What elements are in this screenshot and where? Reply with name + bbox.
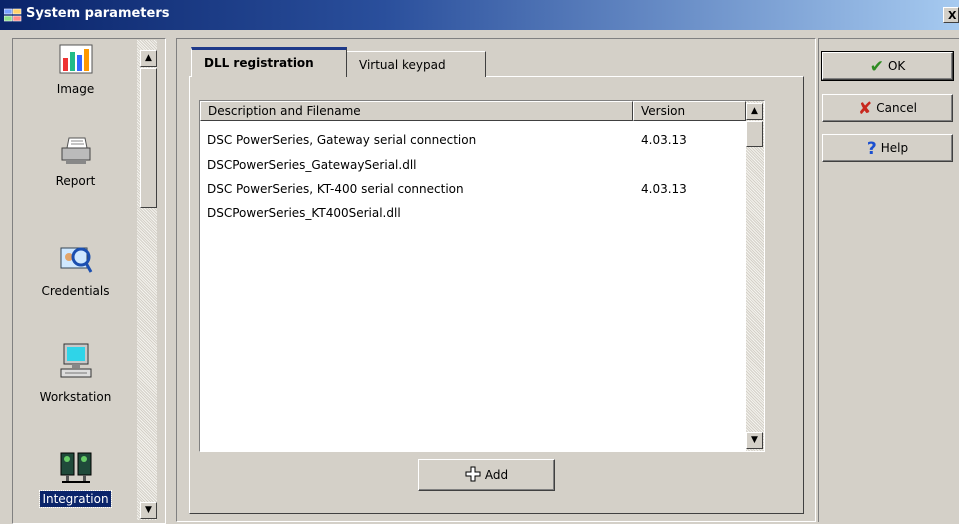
list-scroll-thumb[interactable] <box>746 121 763 147</box>
help-button[interactable]: ? Help <box>822 134 953 162</box>
triangle-up-icon: ▲ <box>751 106 758 116</box>
sidebar-item-label: Report <box>55 174 96 188</box>
row-version: 4.03.13 <box>641 182 687 196</box>
checkmark-icon: ✔ <box>869 57 884 77</box>
cancel-button[interactable]: ✘ Cancel <box>822 94 953 122</box>
sidebar-item-report[interactable]: Report <box>14 136 137 189</box>
triangle-down-icon: ▼ <box>145 505 152 515</box>
row-version: 4.03.13 <box>641 133 687 147</box>
scroll-thumb[interactable] <box>140 68 157 208</box>
column-header-description[interactable]: Description and Filename <box>200 101 633 121</box>
sidebar-item-label: Integration <box>39 490 112 508</box>
plus-icon <box>465 463 481 493</box>
computer-icon <box>14 342 137 385</box>
dll-list[interactable] <box>199 100 765 452</box>
ok-button[interactable]: ✔ OK <box>821 51 954 81</box>
credentials-icon <box>14 244 137 279</box>
integration-icon <box>14 450 137 487</box>
tab-dll-registration[interactable]: DLL registration <box>191 47 347 77</box>
list-scrollbar[interactable] <box>746 101 764 451</box>
add-button-label: Add <box>484 468 509 482</box>
sidebar-item-integration[interactable]: Integration <box>14 450 137 508</box>
sidebar-item-label: Workstation <box>39 390 112 404</box>
sidebar-item-label: Image <box>56 82 95 96</box>
row-description[interactable]: DSC PowerSeries, Gateway serial connecti… <box>207 133 476 147</box>
ok-button-label: OK <box>887 59 906 73</box>
row-description[interactable]: DSC PowerSeries, KT-400 serial connectio… <box>207 182 464 196</box>
add-button[interactable]: Add <box>418 459 555 491</box>
list-scroll-down-button[interactable]: ▼ <box>746 432 763 449</box>
cross-icon: ✘ <box>858 99 873 119</box>
sidebar-item-workstation[interactable]: Workstation <box>14 342 137 405</box>
grid-icon <box>3 7 22 26</box>
window-title: System parameters <box>26 6 170 21</box>
scroll-down-button[interactable]: ▼ <box>140 502 157 519</box>
sidebar-item-credentials[interactable]: Credentials <box>14 244 137 299</box>
column-header-version[interactable]: Version <box>633 101 746 121</box>
category-list: Image Report Credentials Workstation Int… <box>14 40 137 520</box>
tab-virtual-keypad[interactable]: Virtual keypad <box>346 51 486 77</box>
printer-icon <box>14 136 137 169</box>
triangle-down-icon: ▼ <box>751 435 758 445</box>
close-button[interactable]: X <box>943 7 959 23</box>
row-description[interactable]: DSCPowerSeries_KT400Serial.dll <box>207 206 401 220</box>
title-bar[interactable]: System parameters X <box>0 0 959 30</box>
sidebar-item-image[interactable]: Image <box>14 44 137 97</box>
triangle-up-icon: ▲ <box>145 53 152 63</box>
scroll-up-button[interactable]: ▲ <box>140 50 157 67</box>
cancel-button-label: Cancel <box>876 101 917 115</box>
row-description[interactable]: DSCPowerSeries_GatewaySerial.dll <box>207 158 416 172</box>
list-scroll-up-button[interactable]: ▲ <box>746 103 763 120</box>
question-mark-icon: ? <box>866 139 877 159</box>
help-button-label: Help <box>880 141 909 155</box>
image-icon <box>14 44 137 77</box>
sidebar-item-label: Credentials <box>41 284 110 298</box>
